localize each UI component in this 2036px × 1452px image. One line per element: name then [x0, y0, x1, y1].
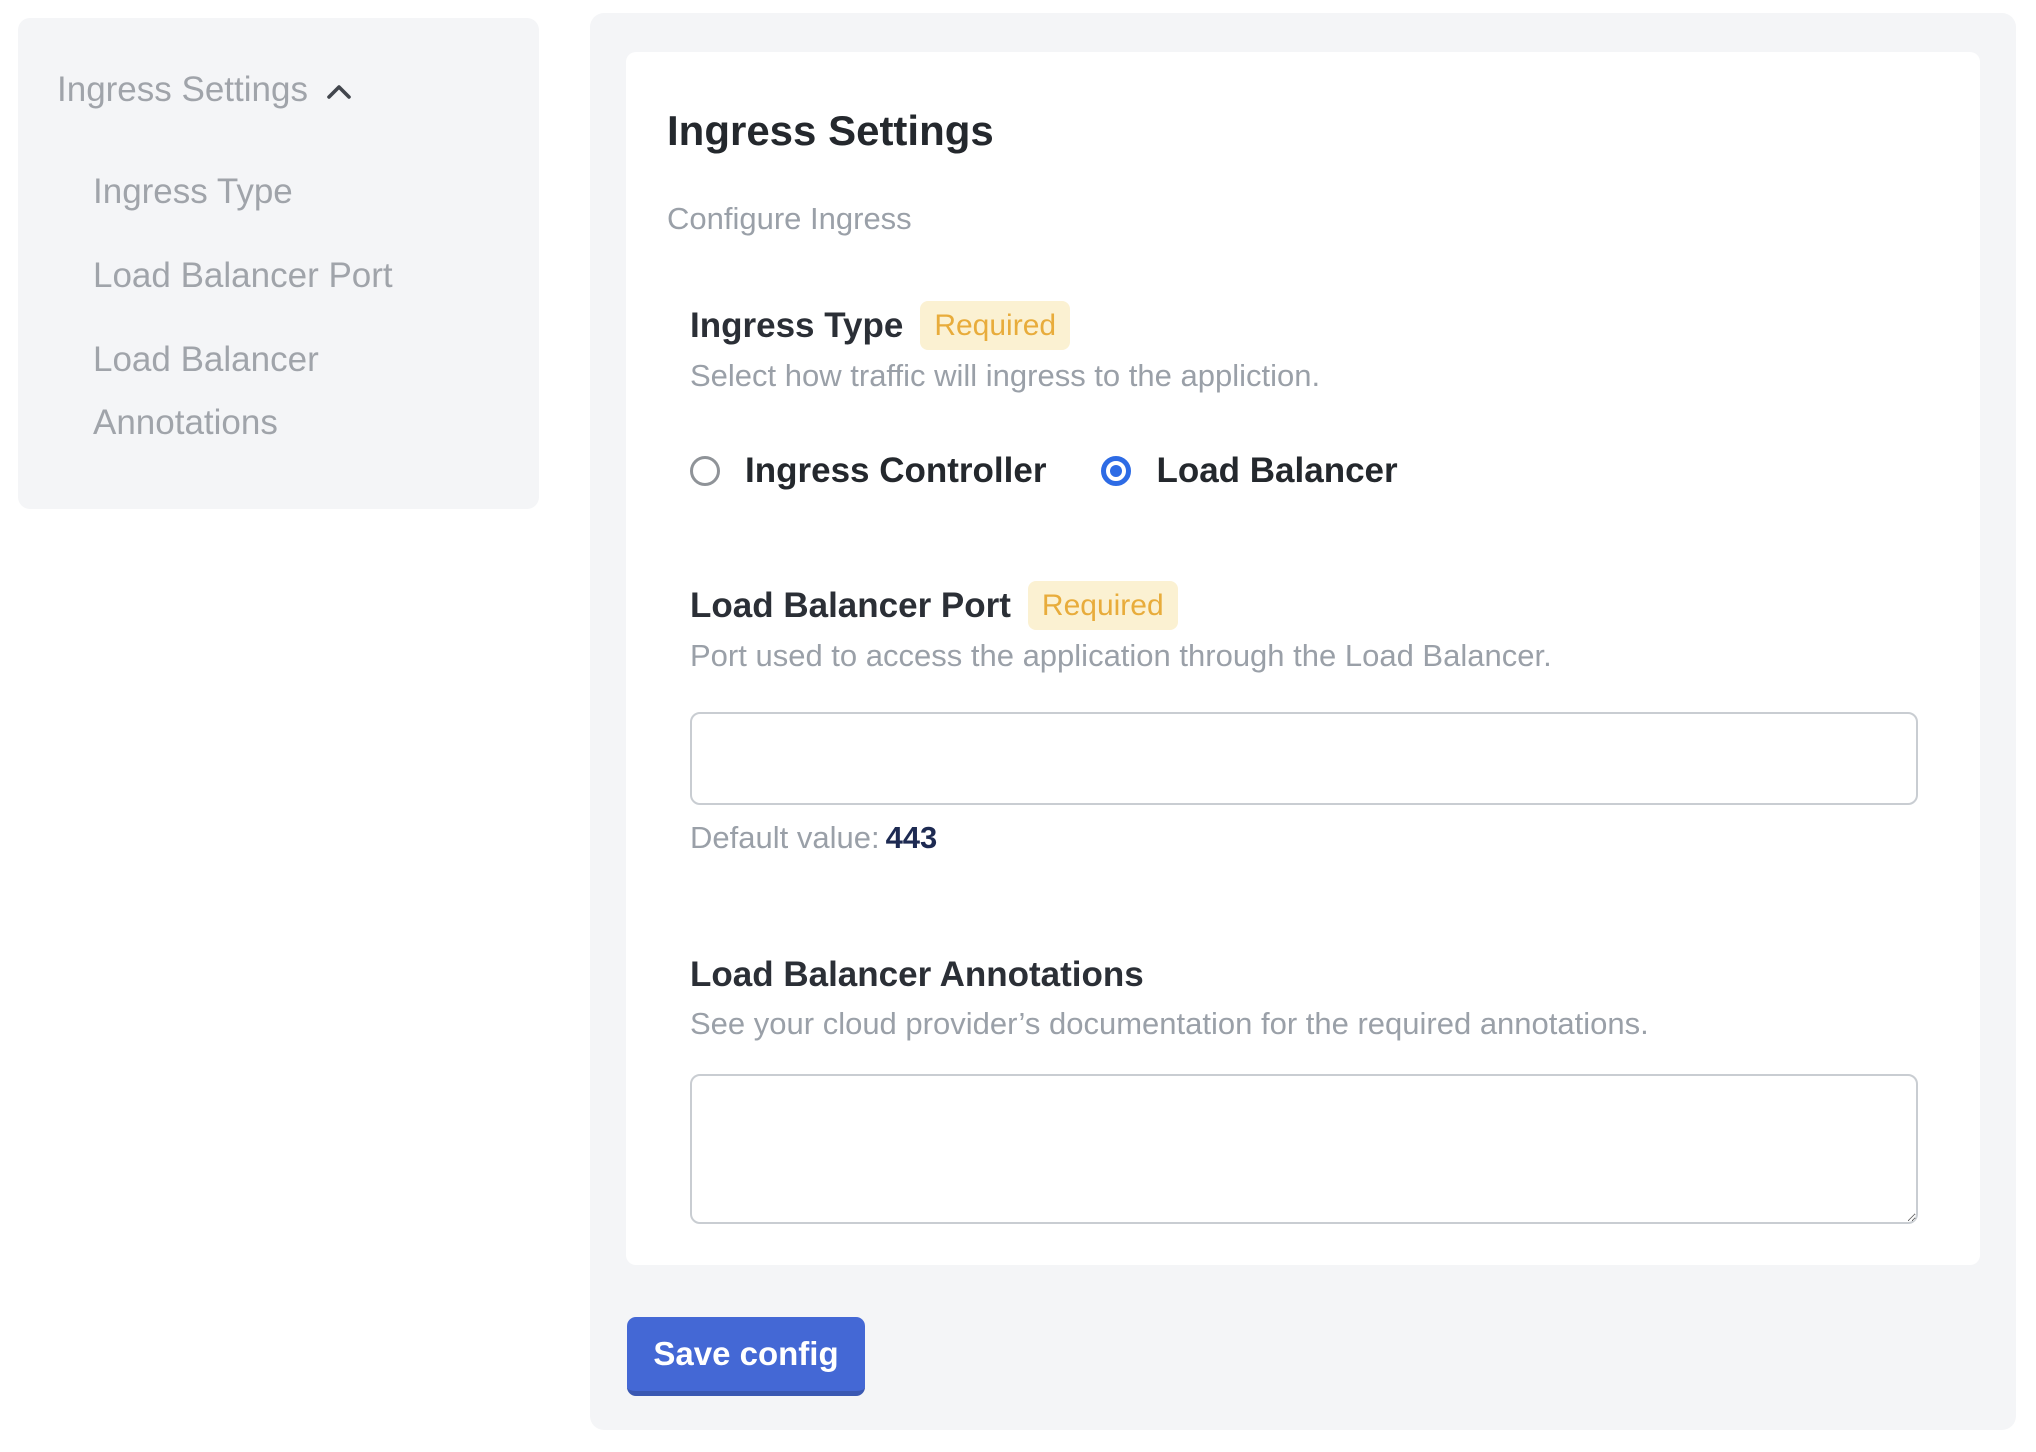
sidebar-section-toggle[interactable]: Ingress Settings [57, 68, 519, 112]
required-badge: Required [920, 301, 1070, 350]
default-value: 443 [886, 820, 938, 855]
sidebar-item-load-balancer-annotations[interactable]: Load Balancer Annotations [93, 328, 423, 454]
default-value-label: Default value: [690, 820, 880, 855]
load-balancer-port-label-row: Load Balancer Port Required [690, 581, 1935, 630]
sidebar-item-list: Ingress Type Load Balancer Port Load Bal… [57, 160, 519, 454]
sidebar-item-ingress-type[interactable]: Ingress Type [93, 160, 423, 223]
radio-option-load-balancer[interactable]: Load Balancer [1101, 451, 1397, 491]
load-balancer-port-description: Port used to access the application thro… [690, 635, 1935, 676]
form-sections: Ingress Type Required Select how traffic… [690, 301, 1935, 1224]
page-title: Ingress Settings [667, 107, 1935, 155]
section-ingress-type: Ingress Type Required Select how traffic… [690, 301, 1935, 491]
default-value-line: Default value:443 [690, 820, 1935, 856]
section-load-balancer-port: Load Balancer Port Required Port used to… [690, 581, 1935, 856]
ingress-type-radio-group: Ingress Controller Load Balancer [690, 451, 1935, 491]
radio-unselected-icon[interactable] [690, 456, 720, 486]
load-balancer-annotations-description: See your cloud provider’s documentation … [690, 1003, 1935, 1044]
load-balancer-annotations-label: Load Balancer Annotations [690, 952, 1144, 998]
save-config-button[interactable]: Save config [627, 1317, 865, 1396]
settings-nav-sidebar: Ingress Settings Ingress Type Load Balan… [18, 18, 539, 509]
required-badge: Required [1028, 581, 1178, 630]
chevron-up-icon [323, 76, 355, 108]
load-balancer-annotations-label-row: Load Balancer Annotations [690, 952, 1935, 998]
load-balancer-port-label: Load Balancer Port [690, 583, 1011, 629]
page-subtitle: Configure Ingress [667, 199, 1935, 239]
section-load-balancer-annotations: Load Balancer Annotations See your cloud… [690, 952, 1935, 1224]
settings-main-panel: Ingress Settings Configure Ingress Ingre… [590, 13, 2016, 1430]
load-balancer-annotations-textarea[interactable] [690, 1074, 1918, 1224]
radio-selected-icon[interactable] [1101, 456, 1131, 486]
radio-label-load-balancer: Load Balancer [1156, 451, 1397, 491]
ingress-type-description: Select how traffic will ingress to the a… [690, 355, 1935, 396]
ingress-settings-card: Ingress Settings Configure Ingress Ingre… [626, 52, 1980, 1265]
ingress-type-label-row: Ingress Type Required [690, 301, 1935, 350]
radio-label-ingress-controller: Ingress Controller [745, 451, 1046, 491]
sidebar-item-load-balancer-port[interactable]: Load Balancer Port [93, 244, 423, 307]
load-balancer-port-input[interactable] [690, 712, 1918, 805]
sidebar-section-title: Ingress Settings [57, 68, 308, 112]
radio-dot [1110, 465, 1122, 477]
ingress-type-label: Ingress Type [690, 303, 903, 349]
radio-option-ingress-controller[interactable]: Ingress Controller [690, 451, 1046, 491]
